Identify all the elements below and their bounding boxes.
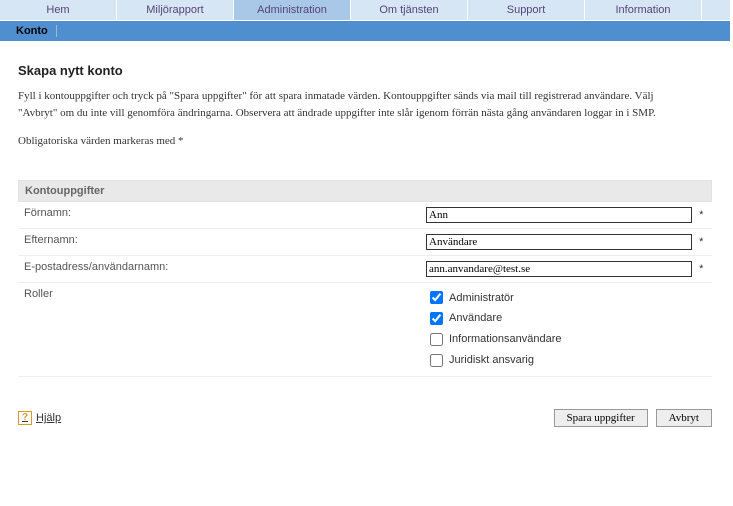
input-email[interactable] [426, 261, 692, 277]
input-fornamn[interactable] [426, 207, 692, 223]
checkbox-juridiskt[interactable] [430, 354, 443, 367]
label-email: E-postadress/användarnamn: [18, 255, 420, 282]
role-label: Administratör [449, 292, 514, 304]
label-efternamn: Efternamn: [18, 228, 420, 255]
sub-nav: Konto [0, 21, 730, 41]
top-nav: Hem Miljörapport Administration Om tjäns… [0, 0, 730, 21]
checkbox-anvandare[interactable] [430, 312, 443, 325]
roles-group: Administratör Användare Informationsanvä… [426, 288, 706, 372]
footer-bar: ? Hjälp Spara uppgifter Avbryt [0, 399, 730, 447]
role-label: Juridiskt ansvarig [449, 354, 534, 366]
checkbox-informationsanvandare[interactable] [430, 333, 443, 346]
nav-tab-hem[interactable]: Hem [0, 0, 117, 20]
nav-tab-support[interactable]: Support [468, 0, 585, 20]
intro-text-1: Fyll i kontouppgifter och tryck på "Spar… [18, 88, 658, 121]
required-mark: * [695, 209, 703, 221]
subnav-konto[interactable]: Konto [10, 25, 57, 37]
intro-text-2: Obligatoriska värden markeras med * [18, 133, 658, 150]
help-icon: ? [18, 411, 32, 425]
role-label: Informationsanvändare [449, 333, 562, 345]
page-title: Skapa nytt konto [18, 63, 712, 78]
label-fornamn: Förnamn: [18, 202, 420, 229]
role-label: Användare [449, 312, 502, 324]
help-label: Hjälp [36, 412, 61, 424]
help-link[interactable]: ? Hjälp [18, 411, 61, 425]
checkbox-administrator[interactable] [430, 291, 443, 304]
form-table: Förnamn: * Efternamn: * E-postadress/anv… [18, 202, 712, 378]
section-header-kontouppgifter: Kontouppgifter [18, 180, 712, 202]
label-roller: Roller [18, 282, 420, 377]
cancel-button[interactable]: Avbryt [656, 409, 712, 427]
required-mark: * [695, 263, 703, 275]
nav-tab-miljorapport[interactable]: Miljörapport [117, 0, 234, 20]
input-efternamn[interactable] [426, 234, 692, 250]
nav-tab-information[interactable]: Information [585, 0, 702, 20]
nav-tab-administration[interactable]: Administration [234, 0, 351, 20]
required-mark: * [695, 236, 703, 248]
nav-tab-omtjansten[interactable]: Om tjänsten [351, 0, 468, 20]
save-button[interactable]: Spara uppgifter [554, 409, 648, 427]
